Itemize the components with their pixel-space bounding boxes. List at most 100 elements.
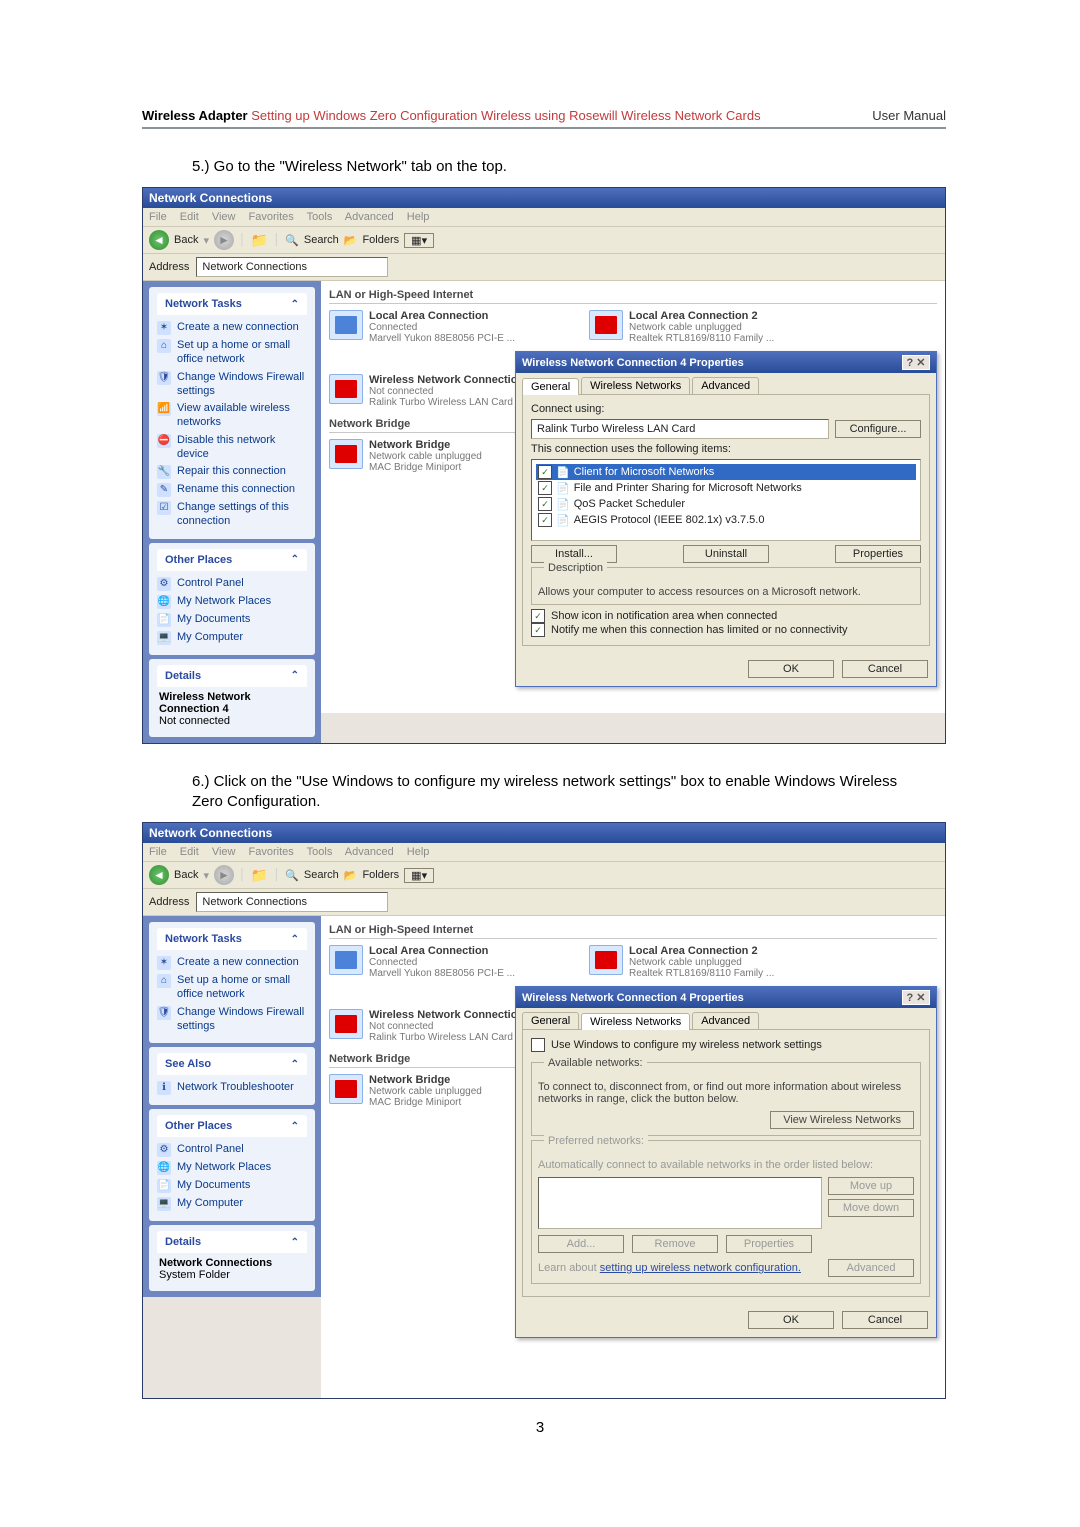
- window-toolbar: ◄ Back ▾ ► │ 📁 │ 🔍 Search 📂 Folders ▦▾: [143, 227, 945, 254]
- control-panel-icon: ⚙: [157, 577, 171, 591]
- search-label[interactable]: Search: [304, 869, 339, 881]
- menu-edit[interactable]: Edit: [180, 846, 199, 858]
- sidebar-item[interactable]: ✶Create a new connection: [157, 954, 307, 972]
- menu-tools[interactable]: Tools: [307, 211, 333, 223]
- sidebar-item[interactable]: 🌐My Network Places: [157, 1159, 307, 1177]
- sidebar-item[interactable]: ⚙Control Panel: [157, 575, 307, 593]
- checkbox-icon[interactable]: ✓: [538, 465, 552, 479]
- connection-item[interactable]: Local Area ConnectionConnectedMarvell Yu…: [329, 310, 559, 344]
- sidebar-item[interactable]: ✶Create a new connection: [157, 319, 307, 337]
- sidebar-item[interactable]: ℹNetwork Troubleshooter: [157, 1079, 307, 1097]
- menu-view[interactable]: View: [212, 211, 236, 223]
- folders-label[interactable]: Folders: [362, 869, 399, 881]
- menu-help[interactable]: Help: [407, 211, 430, 223]
- connection-item[interactable]: Local Area Connection 2Network cable unp…: [589, 945, 819, 979]
- checkbox-icon[interactable]: ✓: [538, 481, 552, 495]
- search-icon[interactable]: 🔍: [285, 869, 299, 882]
- window-titlebar: Network Connections: [143, 188, 945, 208]
- network-places-icon: 🌐: [157, 595, 171, 609]
- tab-general[interactable]: General: [522, 1012, 579, 1029]
- connection-item[interactable]: Local Area Connection 2Network cable unp…: [589, 310, 819, 344]
- checkbox-show-icon[interactable]: ✓: [531, 609, 545, 623]
- properties-button[interactable]: Properties: [835, 545, 921, 563]
- firewall-icon: 🛡: [157, 1006, 171, 1020]
- sidebar-item[interactable]: 🛡Change Windows Firewall settings: [157, 1004, 307, 1036]
- network-tasks-header[interactable]: Network Tasks⌃: [157, 293, 307, 315]
- items-listbox[interactable]: ✓📄Client for Microsoft Networks ✓📄File a…: [531, 459, 921, 541]
- checkbox-notify[interactable]: ✓: [531, 623, 545, 637]
- help-close-buttons[interactable]: ? ✕: [902, 355, 930, 370]
- details-header[interactable]: Details⌃: [157, 665, 307, 687]
- menu-file[interactable]: File: [149, 211, 167, 223]
- back-icon[interactable]: ◄: [149, 230, 169, 250]
- folders-icon[interactable]: 📂: [344, 234, 358, 247]
- sidebar-item[interactable]: 💻My Computer: [157, 1195, 307, 1213]
- sidebar-item[interactable]: ☑Change settings of this connection: [157, 499, 307, 531]
- checkbox-icon[interactable]: ✓: [538, 497, 552, 511]
- search-icon[interactable]: 🔍: [285, 234, 299, 247]
- configure-button[interactable]: Configure...: [835, 420, 921, 438]
- install-button[interactable]: Install...: [531, 545, 617, 563]
- folders-icon[interactable]: 📂: [344, 869, 358, 882]
- sidebar-item[interactable]: 🌐My Network Places: [157, 593, 307, 611]
- uninstall-button[interactable]: Uninstall: [683, 545, 769, 563]
- menu-help[interactable]: Help: [407, 846, 430, 858]
- back-label[interactable]: Back: [174, 234, 198, 246]
- address-value[interactable]: Network Connections: [202, 261, 307, 273]
- network-tasks-header[interactable]: Network Tasks⌃: [157, 928, 307, 950]
- other-places-header[interactable]: Other Places⌃: [157, 549, 307, 571]
- ok-button[interactable]: OK: [748, 660, 834, 678]
- views-button[interactable]: ▦▾: [404, 233, 434, 248]
- remove-button: Remove: [632, 1235, 718, 1253]
- sidebar-item[interactable]: 🛡Change Windows Firewall settings: [157, 369, 307, 401]
- see-also-header[interactable]: See Also⌃: [157, 1053, 307, 1075]
- menu-edit[interactable]: Edit: [180, 211, 199, 223]
- sidebar-item[interactable]: 📄My Documents: [157, 1177, 307, 1195]
- details-header[interactable]: Details⌃: [157, 1231, 307, 1253]
- help-close-buttons[interactable]: ? ✕: [902, 990, 930, 1005]
- menu-favorites[interactable]: Favorites: [249, 211, 294, 223]
- other-places-header[interactable]: Other Places⌃: [157, 1115, 307, 1137]
- menu-favorites[interactable]: Favorites: [249, 846, 294, 858]
- up-folder-icon[interactable]: 📁: [251, 867, 268, 884]
- sidebar-item[interactable]: ⌂Set up a home or small office network: [157, 972, 307, 1004]
- screenshot-2: Network Connections File Edit View Favor…: [142, 822, 946, 1399]
- views-button[interactable]: ▦▾: [404, 868, 434, 883]
- ok-button[interactable]: OK: [748, 1311, 834, 1329]
- tab-advanced[interactable]: Advanced: [692, 1012, 759, 1029]
- view-wireless-button[interactable]: View Wireless Networks: [770, 1111, 914, 1129]
- sidebar-item[interactable]: ⌂Set up a home or small office network: [157, 337, 307, 369]
- menu-file[interactable]: File: [149, 846, 167, 858]
- tab-wireless-networks[interactable]: Wireless Networks: [581, 1013, 690, 1030]
- sidebar-item[interactable]: 📶View available wireless networks: [157, 400, 307, 432]
- search-label[interactable]: Search: [304, 234, 339, 246]
- up-folder-icon[interactable]: 📁: [251, 232, 268, 249]
- dialog-title: Wireless Network Connection 4 Properties: [522, 357, 744, 369]
- menu-tools[interactable]: Tools: [307, 846, 333, 858]
- sidebar-item[interactable]: ⚙Control Panel: [157, 1141, 307, 1159]
- sidebar-item[interactable]: 💻My Computer: [157, 629, 307, 647]
- back-label[interactable]: Back: [174, 869, 198, 881]
- sidebar-item[interactable]: 📄My Documents: [157, 611, 307, 629]
- menu-view[interactable]: View: [212, 846, 236, 858]
- sidebar-item[interactable]: ✎Rename this connection: [157, 481, 307, 499]
- address-value[interactable]: Network Connections: [202, 896, 307, 908]
- menu-advanced[interactable]: Advanced: [345, 211, 394, 223]
- config-link[interactable]: setting up wireless network configuratio…: [600, 1262, 801, 1274]
- menu-advanced[interactable]: Advanced: [345, 846, 394, 858]
- tab-wireless-networks[interactable]: Wireless Networks: [581, 377, 690, 394]
- rename-icon: ✎: [157, 483, 171, 497]
- checkbox-icon[interactable]: ✓: [538, 513, 552, 527]
- tab-general[interactable]: General: [522, 378, 579, 395]
- connection-item[interactable]: Local Area ConnectionConnectedMarvell Yu…: [329, 945, 559, 979]
- back-icon[interactable]: ◄: [149, 865, 169, 885]
- tab-advanced[interactable]: Advanced: [692, 377, 759, 394]
- sidebar-item[interactable]: ⛔Disable this network device: [157, 432, 307, 464]
- sidebar-item[interactable]: 🔧Repair this connection: [157, 463, 307, 481]
- cancel-button[interactable]: Cancel: [842, 660, 928, 678]
- advanced-button: Advanced: [828, 1259, 914, 1277]
- cancel-button[interactable]: Cancel: [842, 1311, 928, 1329]
- network-places-icon: 🌐: [157, 1161, 171, 1175]
- checkbox-use-windows[interactable]: [531, 1038, 545, 1052]
- folders-label[interactable]: Folders: [362, 234, 399, 246]
